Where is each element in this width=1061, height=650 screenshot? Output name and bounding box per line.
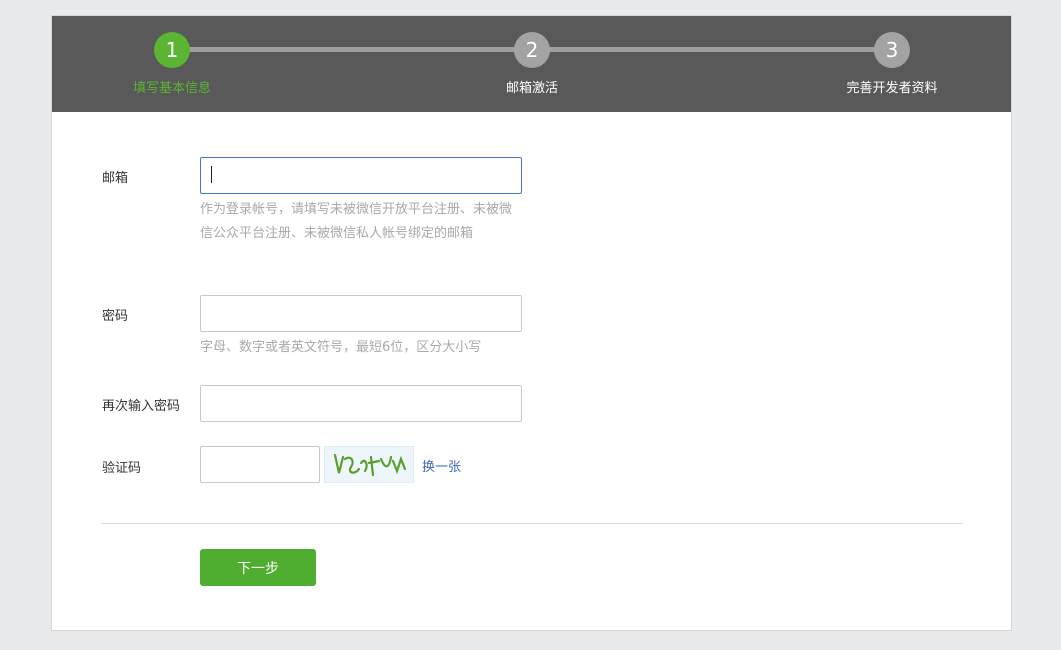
password-label: 密码 [102,309,129,324]
password-field[interactable] [200,295,522,332]
captcha-squiggle-icon [333,453,407,477]
text-caret [211,166,212,183]
email-label: 邮箱 [102,171,129,186]
captcha-label: 验证码 [102,461,142,476]
email-field[interactable] [200,157,522,194]
password-hint: 字母、数字或者英文符号，最短6位，区分大小写 [200,340,482,355]
confirm-password-label: 再次输入密码 [102,399,181,414]
step-2-label: 邮箱激活 [505,81,559,96]
step-1-label: 填写基本信息 [132,81,212,96]
refresh-captcha-link[interactable]: 换一张 [422,456,461,475]
step-2-circle: 2 [514,32,550,68]
captcha-input[interactable] [200,446,320,483]
step-3-label: 完善开发者资料 [846,81,938,96]
next-step-button[interactable]: 下一步 [200,549,316,586]
captcha-image[interactable] [324,446,414,483]
form-divider [102,523,962,524]
confirm-password-field[interactable] [200,385,522,422]
step-1-circle: 1 [154,32,190,68]
step-3-circle: 3 [874,32,910,68]
registration-card: 1 填写基本信息 2 邮箱激活 3 完善开发者资料 邮箱 作为登录帐号，请填写未… [51,15,1012,631]
step-progress-bar: 1 填写基本信息 2 邮箱激活 3 完善开发者资料 [52,16,1011,112]
email-hint: 作为登录帐号，请填写未被微信开放平台注册、未被微信公众平台注册、未被微信私人帐号… [200,202,513,241]
